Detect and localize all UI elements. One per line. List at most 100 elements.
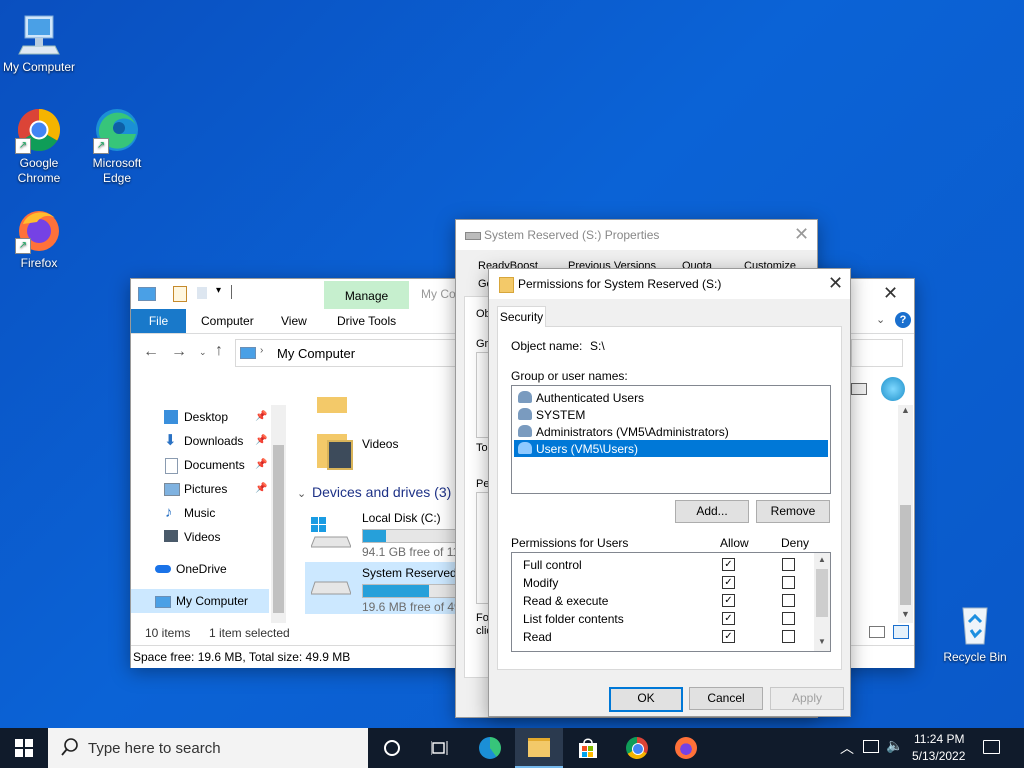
nav-back-icon[interactable]: ← <box>143 343 159 361</box>
allow-checkbox[interactable]: ✓ <box>722 576 735 589</box>
shortcut-arrow-icon: ↗ <box>15 138 31 154</box>
nav-item-pictures[interactable]: Pictures 📌 <box>131 477 286 501</box>
object-name-value: S:\ <box>590 339 605 353</box>
user-name: Authenticated Users <box>536 391 645 405</box>
taskbar-search-box[interactable]: Type here to search <box>48 728 368 768</box>
perms-scrollbar[interactable]: ▲ ▼ <box>814 553 830 651</box>
add-button[interactable]: Add... <box>675 500 749 523</box>
user-list-item[interactable]: Users (VM5\Users) <box>514 440 828 457</box>
desktop-icon-recycle-bin[interactable]: Recycle Bin <box>937 600 1013 665</box>
scroll-down-icon[interactable]: ▼ <box>818 637 826 646</box>
allow-checkbox[interactable]: ✓ <box>722 594 735 607</box>
clock-date[interactable]: 5/13/2022 <box>912 749 965 763</box>
permissions-listbox[interactable]: Full control ✓ Modify ✓ Read & execute ✓ List … <box>511 552 831 652</box>
permissions-for-label: Permissions for Users <box>511 536 629 550</box>
users-listbox[interactable]: Authenticated Users SYSTEM Administrators … <box>511 385 831 494</box>
nav-item-onedrive[interactable]: OneDrive <box>131 557 286 581</box>
scroll-up-icon[interactable]: ▲ <box>901 405 910 415</box>
allow-checkbox[interactable]: ✓ <box>722 630 735 643</box>
taskbar-chrome[interactable] <box>613 728 661 768</box>
start-button[interactable] <box>0 728 48 768</box>
desktop-icon-firefox[interactable]: ↗ Firefox <box>1 206 77 271</box>
taskbar-edge[interactable] <box>466 728 514 768</box>
ok-button[interactable]: OK <box>609 687 683 712</box>
tab-file[interactable]: File <box>131 309 186 333</box>
nav-item-music[interactable]: ♪ Music <box>131 501 286 525</box>
nav-item-videos[interactable]: Videos <box>131 525 286 549</box>
deny-checkbox[interactable] <box>782 576 795 589</box>
nav-forward-icon[interactable]: → <box>171 343 187 361</box>
details-view-icon[interactable] <box>869 626 885 638</box>
cortana-button[interactable] <box>368 728 416 768</box>
close-icon[interactable]: ✕ <box>883 284 898 302</box>
drive-item-c[interactable]: Local Disk (C:) 94.1 GB free of 119 <box>305 509 456 559</box>
search-placeholder: Type here to search <box>88 740 221 757</box>
drive-item-s[interactable]: System Reserved ( 19.6 MB free of 49 <box>305 562 456 614</box>
properties-qat-icon[interactable] <box>173 286 187 302</box>
nav-item-my-computer[interactable]: My Computer <box>131 589 269 613</box>
object-name-label: Object name: <box>511 339 583 353</box>
deny-checkbox[interactable] <box>782 612 795 625</box>
view-pane-icon[interactable] <box>851 383 867 395</box>
scroll-up-icon[interactable]: ▲ <box>818 555 826 564</box>
up-icon[interactable]: ↑ <box>215 342 223 360</box>
deny-checkbox[interactable] <box>782 630 795 643</box>
collapse-chevron-icon[interactable]: ⌄ <box>297 487 306 500</box>
volume-icon[interactable]: 🔈 <box>886 737 903 754</box>
desktop-icon-chrome[interactable]: ↗ Google Chrome <box>1 106 77 186</box>
tab-view[interactable]: View <box>281 314 307 328</box>
drive-usage-fill <box>363 530 387 542</box>
manage-tab[interactable]: Manage <box>324 281 409 309</box>
nav-scroll-thumb[interactable] <box>273 445 284 613</box>
desktop-icon-edge[interactable]: ↗ Microsoft Edge <box>79 106 155 186</box>
users-group-icon <box>518 425 532 437</box>
deny-checkbox[interactable] <box>782 558 795 571</box>
perms-scroll-thumb[interactable] <box>816 569 828 617</box>
user-list-item[interactable]: Administrators (VM5\Administrators) <box>514 423 828 440</box>
close-icon[interactable]: ✕ <box>794 225 809 243</box>
drive-small-icon <box>465 232 481 240</box>
notifications-icon[interactable] <box>983 740 1000 754</box>
task-view-button[interactable] <box>416 728 464 768</box>
remove-button[interactable]: Remove <box>756 500 830 523</box>
scroll-down-icon[interactable]: ▼ <box>901 609 910 619</box>
tab-security[interactable]: Security <box>497 306 546 327</box>
clock-time[interactable]: 11:24 PM <box>914 732 964 746</box>
tab-computer[interactable]: Computer <box>201 314 254 328</box>
nav-item-documents[interactable]: Documents 📌 <box>131 453 286 477</box>
desktop-icon-my-computer[interactable]: My Computer <box>1 10 77 75</box>
search-box[interactable] <box>851 339 903 367</box>
taskbar-firefox[interactable] <box>662 728 710 768</box>
tab-drive-tools[interactable]: Drive Tools <box>337 314 396 328</box>
help-icon[interactable]: ? <box>895 312 911 328</box>
network-icon[interactable] <box>863 740 879 753</box>
taskbar-store[interactable] <box>564 728 612 768</box>
content-scroll-thumb[interactable] <box>900 505 911 605</box>
group-names-label: Group or user names: <box>511 369 628 383</box>
user-list-item[interactable]: Authenticated Users <box>514 389 828 406</box>
address-bar[interactable]: › My Computer <box>235 339 459 367</box>
allow-checkbox[interactable]: ✓ <box>722 558 735 571</box>
devices-group-header[interactable]: Devices and drives (3) <box>312 484 451 500</box>
recent-locations-icon[interactable]: ⌄ <box>199 347 207 358</box>
nav-item-desktop[interactable]: Desktop 📌 <box>131 405 286 429</box>
tray-chevron-icon[interactable]: ︿ <box>840 738 854 758</box>
qat-dropdown-icon[interactable]: ▾ <box>216 285 221 296</box>
content-scrollbar[interactable]: ▲ ▼ <box>898 405 913 623</box>
apply-button[interactable]: Apply <box>770 687 844 710</box>
ribbon-expand-icon[interactable]: ⌄ <box>876 313 885 326</box>
deny-checkbox[interactable] <box>782 594 795 607</box>
folder-label-videos[interactable]: Videos <box>362 437 398 451</box>
allow-checkbox[interactable]: ✓ <box>722 612 735 625</box>
nav-item-downloads[interactable]: ⬇ Downloads 📌 <box>131 429 286 453</box>
nav-scrollbar[interactable] <box>271 405 286 623</box>
taskbar-file-explorer[interactable] <box>515 728 563 768</box>
drive-free-text: 94.1 GB free of 119 <box>362 545 456 559</box>
large-icons-view-icon[interactable] <box>893 625 909 639</box>
close-icon[interactable]: ✕ <box>828 274 843 292</box>
new-folder-qat-icon[interactable] <box>197 287 207 299</box>
videos-folder-icon[interactable] <box>317 432 353 470</box>
cancel-button[interactable]: Cancel <box>689 687 763 710</box>
task-view-icon <box>431 741 448 755</box>
user-list-item[interactable]: SYSTEM <box>514 406 828 423</box>
